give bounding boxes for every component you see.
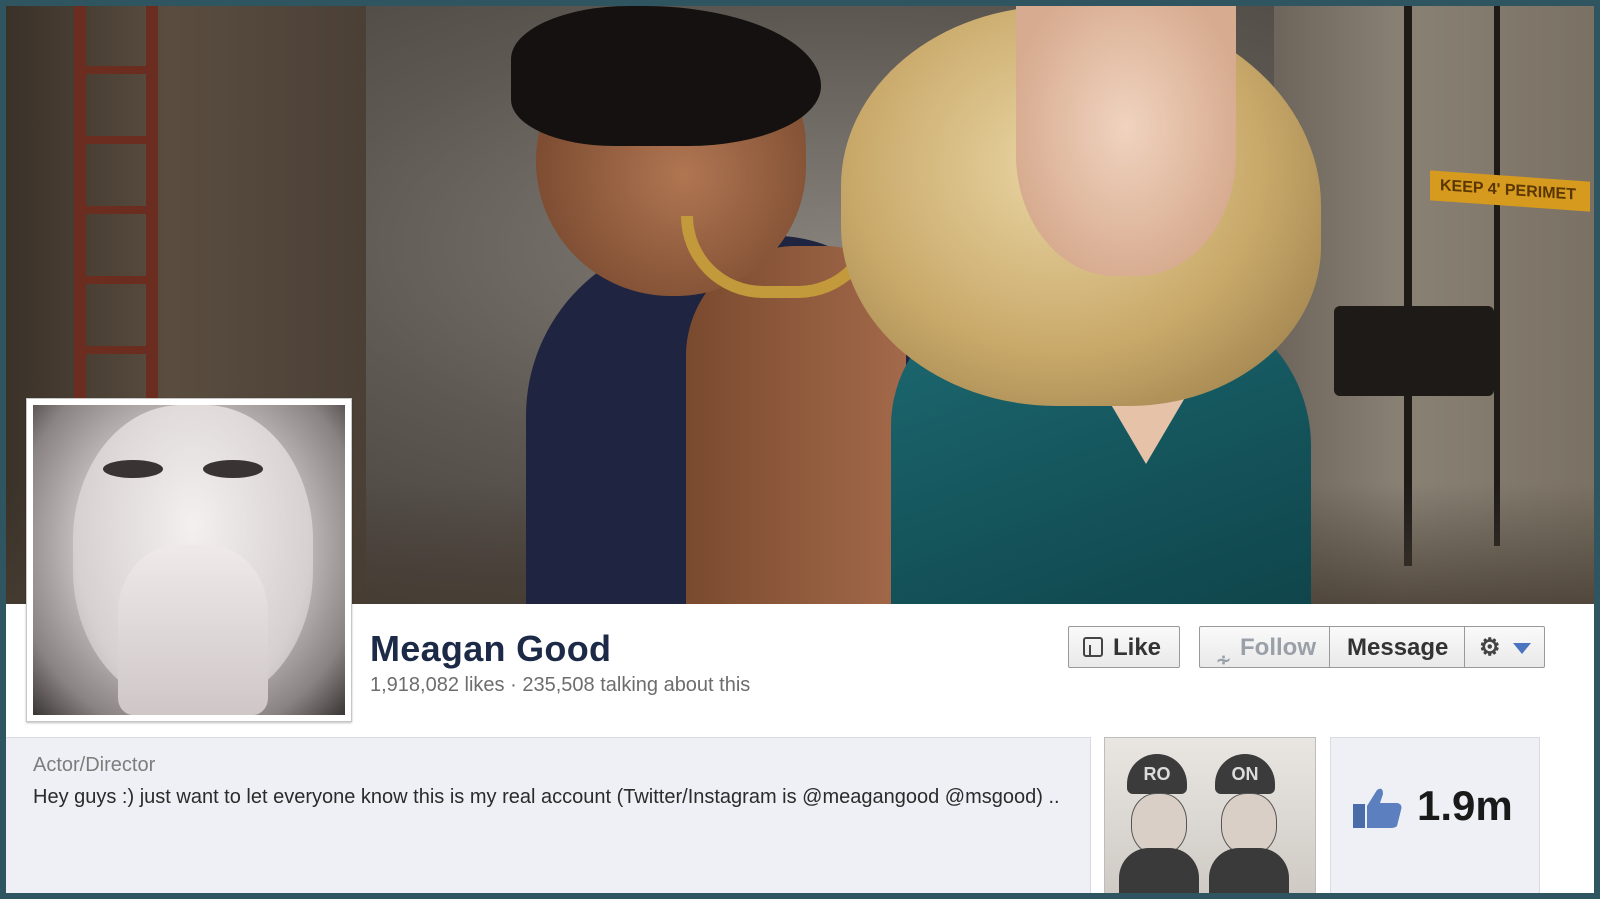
profile-eye <box>103 460 163 478</box>
profile-eye <box>203 460 263 478</box>
follow-button[interactable]: ∻ Follow <box>1199 626 1330 670</box>
page-category[interactable]: Actor/Director <box>33 754 155 777</box>
sketch-cap-left: RO <box>1127 754 1187 794</box>
page-actions-group: ∻ Follow Message ⚙ <box>1199 626 1545 670</box>
ladder-rung <box>74 276 158 284</box>
person-left-hair <box>511 6 821 146</box>
rss-icon: ∻ <box>1216 650 1232 670</box>
studio-light <box>1334 306 1494 396</box>
sketch-body-right <box>1209 848 1289 893</box>
page-stats: 1,918,082 likes · 235,508 talking about … <box>370 674 750 697</box>
ladder-rung <box>74 206 158 214</box>
sketch-face-right <box>1221 793 1277 855</box>
ladder-rung <box>74 346 158 354</box>
sketch-body-left <box>1119 848 1199 893</box>
profile-picture[interactable] <box>26 398 352 722</box>
thumbs-up-icon <box>1353 788 1402 828</box>
ladder-rung <box>74 136 158 144</box>
follow-button-label: Follow <box>1240 634 1316 661</box>
like-button-label: Like <box>1113 634 1162 661</box>
thumbs-up-icon <box>1083 637 1103 657</box>
person-right-face <box>1016 6 1236 276</box>
profile-hand <box>118 545 268 715</box>
photos-thumbnail[interactable]: RO ON <box>1104 737 1316 893</box>
talking-about-text[interactable]: 235,508 talking about this <box>522 674 750 696</box>
light-stand <box>1494 6 1500 546</box>
message-button-label: Message <box>1347 634 1449 661</box>
about-section: Actor/Director Hey guys :) just want to … <box>6 737 1091 893</box>
facebook-page-frame: KEEP 4' PERIMET Meagan Good 1,918,082 li… <box>6 6 1594 893</box>
page-title[interactable]: Meagan Good <box>370 628 611 670</box>
ladder-rung <box>74 66 158 74</box>
sketch-cap-right: ON <box>1215 754 1275 794</box>
about-description: Hey guys :) just want to let everyone kn… <box>33 786 1060 808</box>
profile-photo <box>33 405 345 715</box>
message-button[interactable]: Message <box>1329 626 1465 668</box>
gear-icon: ⚙ <box>1479 634 1501 661</box>
likes-count-text[interactable]: 1,918,082 likes <box>370 674 505 696</box>
like-button[interactable]: Like <box>1068 626 1180 668</box>
chevron-down-icon <box>1513 643 1531 654</box>
likes-count: 1.9m <box>1417 782 1513 829</box>
sketch-face-left <box>1131 793 1187 855</box>
likes-box[interactable]: 1.9m <box>1330 737 1540 893</box>
stats-separator: · <box>510 674 517 696</box>
settings-dropdown-button[interactable]: ⚙ <box>1464 626 1545 668</box>
light-stand <box>1404 6 1412 566</box>
